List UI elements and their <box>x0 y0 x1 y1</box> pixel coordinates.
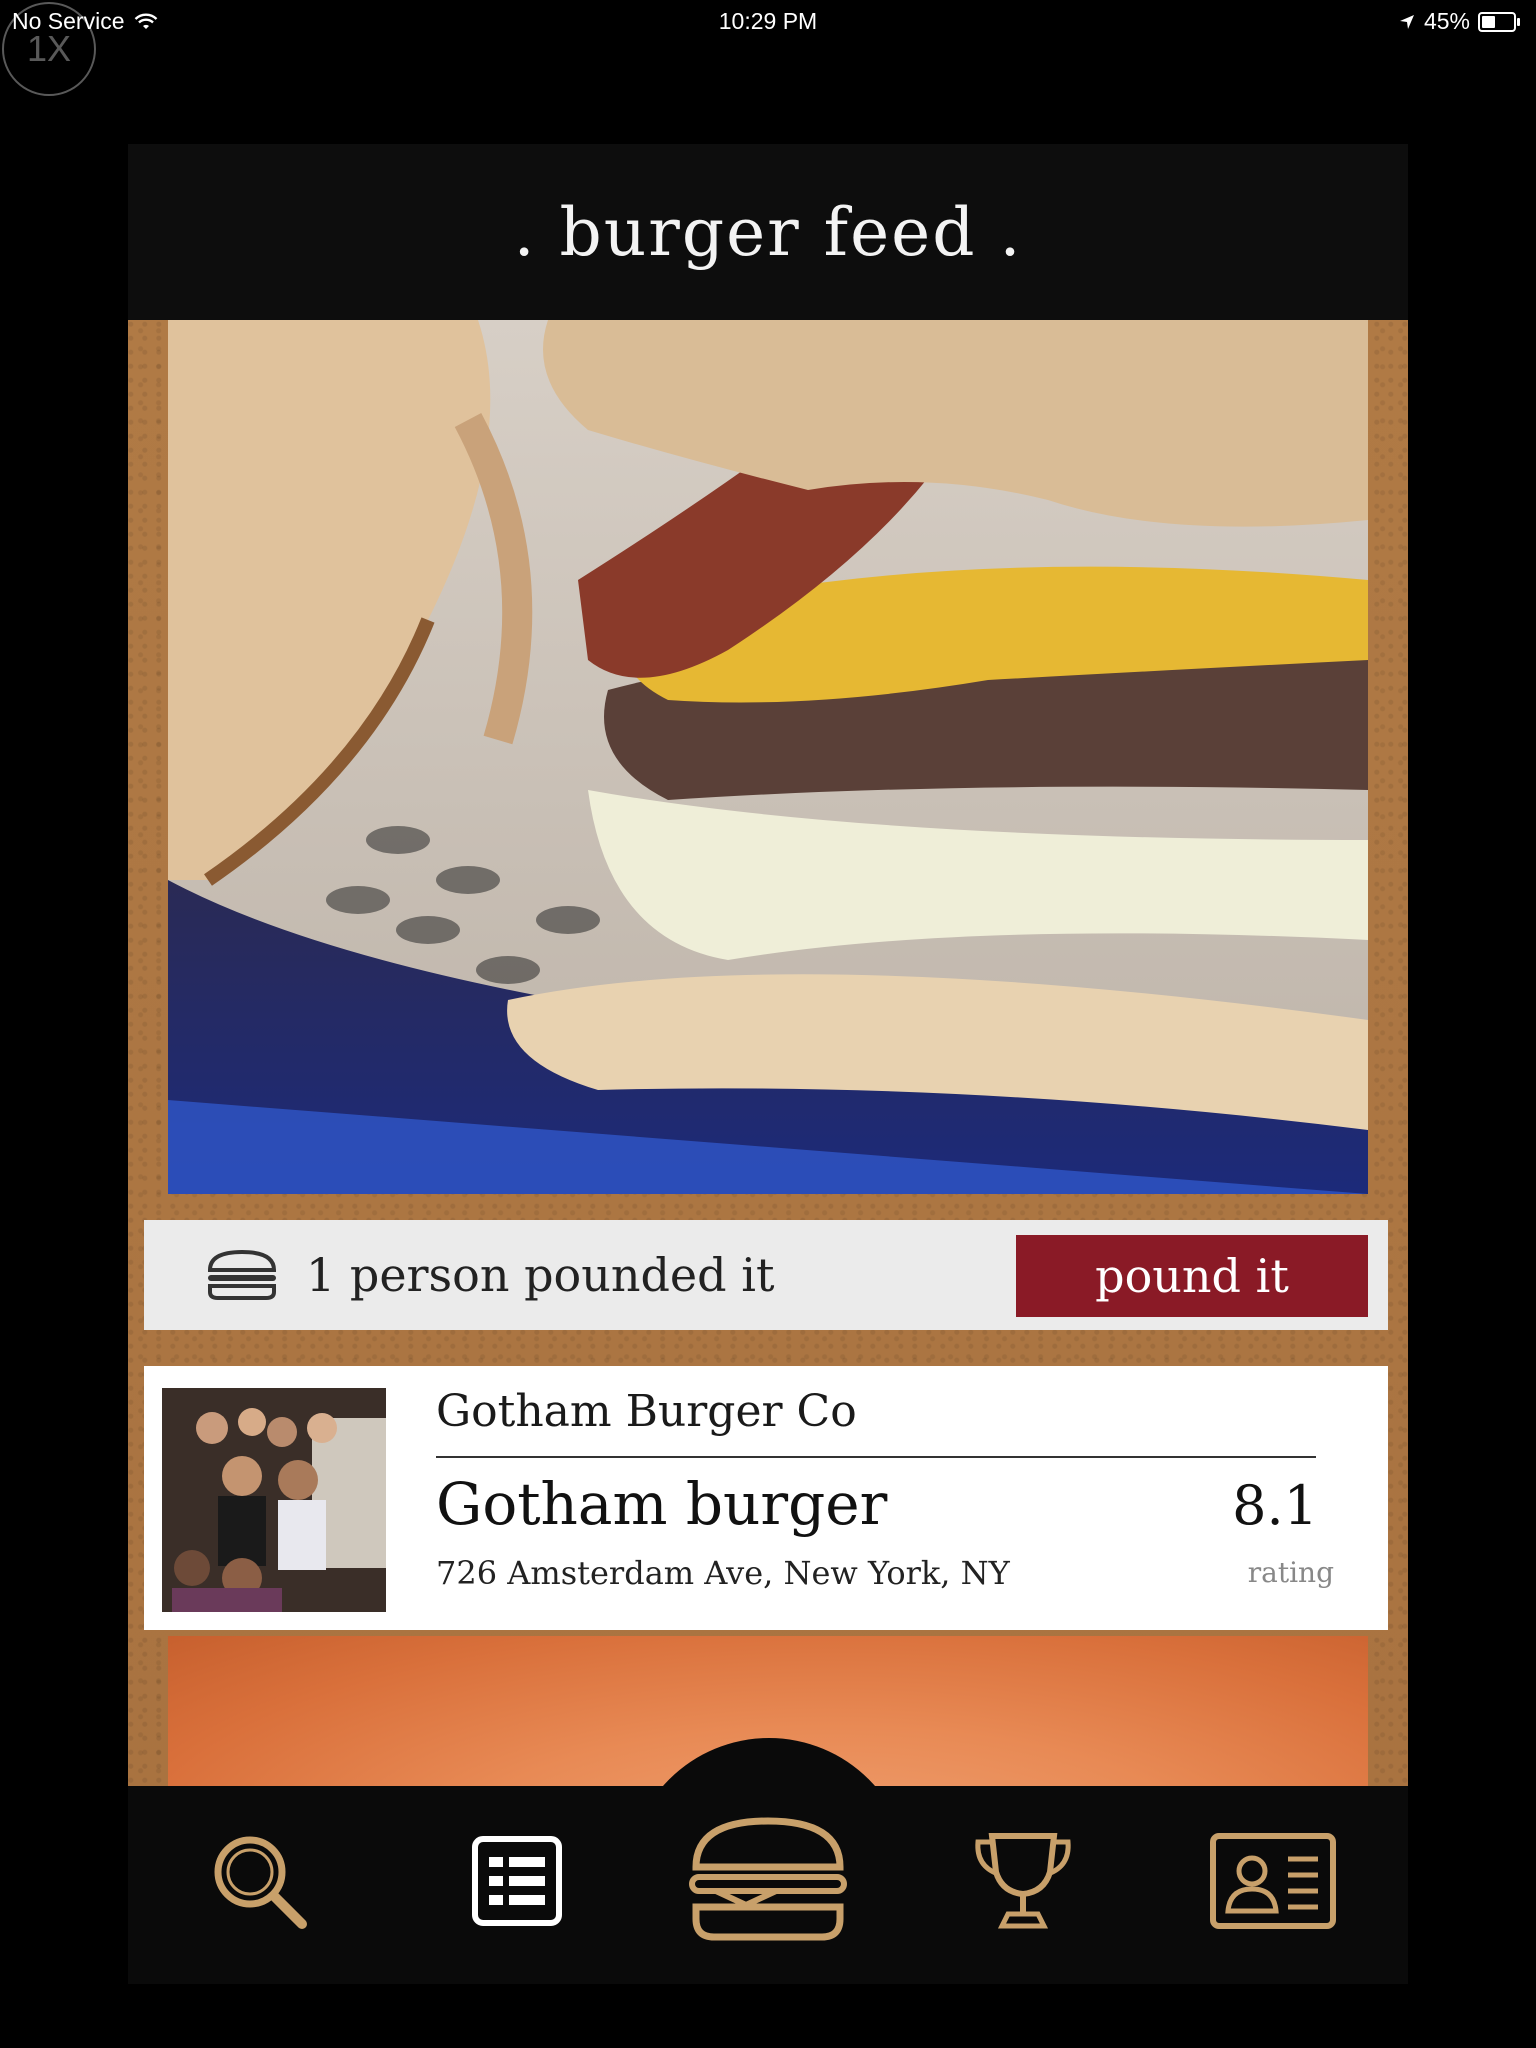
list-icon <box>472 1836 562 1926</box>
battery-icon <box>1478 11 1520 32</box>
burger-icon <box>207 1249 277 1300</box>
nav-list[interactable] <box>462 1826 572 1936</box>
zoom-badge[interactable]: 1X <box>2 2 96 96</box>
burger-info-card[interactable]: Gotham Burger Co Gotham burger 8.1 726 A… <box>144 1366 1388 1630</box>
page-title: . burger feed . <box>513 193 1023 271</box>
burger-icon <box>689 1817 847 1941</box>
header: . burger feed . <box>128 144 1408 320</box>
nav-trophy[interactable] <box>968 1826 1078 1936</box>
app-frame: . burger feed . 1 person pounded it poun… <box>128 144 1408 1984</box>
pound-count-label: 1 person pounded it <box>306 1248 775 1302</box>
battery-percent: 45% <box>1423 8 1470 34</box>
burger-feed[interactable]: 1 person pounded it pound it Gotham Burg… <box>128 320 1408 1930</box>
rating-label: rating <box>1247 1556 1334 1589</box>
rating-score: 8.1 <box>1232 1474 1318 1537</box>
burger-name: Gotham burger <box>436 1470 888 1538</box>
nav-search[interactable] <box>204 1826 314 1936</box>
location-arrow-icon <box>1399 14 1414 29</box>
status-right: 45% <box>1398 8 1520 35</box>
pound-count: 1 person pounded it <box>204 1248 774 1302</box>
search-icon <box>214 1836 307 1929</box>
profile-card-icon <box>1210 1833 1336 1929</box>
venue-address: 726 Amsterdam Ave, New York, NY <box>436 1554 1010 1592</box>
status-time: 10:29 PM <box>718 8 818 34</box>
status-bar: No Service 10:29 PM 45% <box>0 0 1536 42</box>
nav-burger[interactable] <box>686 1810 850 1950</box>
user-group-photo[interactable] <box>162 1388 386 1612</box>
venue-name[interactable]: Gotham Burger Co <box>436 1386 857 1437</box>
trophy-icon <box>975 1833 1071 1929</box>
divider <box>436 1456 1316 1458</box>
nav-profile[interactable] <box>1208 1826 1338 1936</box>
burger-photo[interactable] <box>168 320 1368 1194</box>
pound-it-button[interactable]: pound it <box>1016 1235 1368 1317</box>
bottom-nav <box>128 1786 1408 1984</box>
pound-action-bar: 1 person pounded it pound it <box>144 1220 1388 1330</box>
